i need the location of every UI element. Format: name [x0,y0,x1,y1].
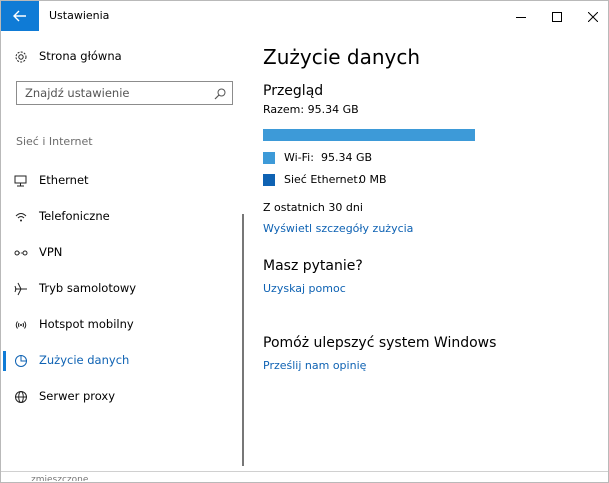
search-box[interactable] [16,81,233,105]
data-usage-icon [13,353,29,369]
section-label: Sieć i Internet [16,135,93,148]
settings-window: Ustawienia Strona główna Sieć i Internet [0,0,609,483]
sidebar-item-data-usage[interactable]: Zużycie danych [1,347,244,375]
sidebar-item-dialup[interactable]: Telefoniczne [1,203,244,231]
arrow-left-icon [13,7,27,26]
monitor-network-icon [13,173,29,189]
back-button[interactable] [1,1,39,31]
legend-wifi: Wi-Fi: 95.34 GB [263,150,463,166]
globe-icon [13,389,29,405]
minimize-button[interactable] [503,1,539,31]
sidebar-item-mobile-hotspot[interactable]: Hotspot mobilny [1,311,244,339]
maximize-button[interactable] [539,1,575,31]
gear-icon [13,49,29,65]
improve-windows-heading: Pomóż ulepszyć system Windows [263,335,497,351]
wifi-value: 95.34 GB [321,151,373,164]
sidebar-item-airplane-mode[interactable]: Tryb samolotowy [1,275,244,303]
ethernet-label: Sieć Ethernet: [284,173,362,186]
total-usage-text: Razem: 95.34 GB [263,103,359,116]
background-strip [1,471,608,482]
ethernet-swatch [263,174,275,186]
usage-bar-wifi-fill [263,129,475,141]
page-title: Zużycie danych [263,45,421,69]
wifi-label: Wi-Fi: [284,151,314,164]
hotspot-icon [13,317,29,333]
dialup-icon [13,209,29,225]
sidebar-item-home[interactable]: Strona główna [1,43,244,71]
sidebar-item-label: Telefoniczne [39,209,110,223]
search-icon[interactable] [213,86,227,100]
overview-heading: Przegląd [263,83,324,99]
view-usage-details-link[interactable]: Wyświetl szczegóły zużycia [263,222,413,235]
title-bar: Ustawienia [1,1,608,31]
search-input[interactable] [17,82,215,104]
wifi-swatch [263,152,275,164]
close-button[interactable] [575,1,608,31]
legend-ethernet: Sieć Ethernet: 0 MB [263,172,463,188]
sidebar: Strona główna Sieć i Internet Ethernet T… [1,31,244,471]
maximize-icon [552,7,562,26]
question-heading: Masz pytanie? [263,258,363,274]
vpn-icon [13,245,29,261]
main-content: Zużycie danych Przegląd Razem: 95.34 GB … [263,31,603,471]
sidebar-item-label: Serwer proxy [39,389,116,403]
sidebar-item-label: VPN [39,245,63,259]
send-feedback-link[interactable]: Prześlij nam opinię [263,359,366,372]
sidebar-item-label: Tryb samolotowy [39,281,137,295]
airplane-icon [13,281,29,297]
sidebar-item-vpn[interactable]: VPN [1,239,244,267]
period-text: Z ostatnich 30 dni [263,201,363,214]
sidebar-item-proxy[interactable]: Serwer proxy [1,383,244,411]
ethernet-value: 0 MB [359,173,387,186]
usage-bar [263,129,475,141]
sidebar-item-label: Zużycie danych [39,353,130,367]
app-title: Ustawienia [49,9,110,22]
sidebar-item-label: Strona główna [39,49,122,63]
get-help-link[interactable]: Uzyskaj pomoc [263,282,346,295]
sidebar-item-ethernet[interactable]: Ethernet [1,167,244,195]
sidebar-item-label: Ethernet [39,173,89,187]
close-icon [587,7,599,26]
sidebar-item-label: Hotspot mobilny [39,317,134,331]
sidebar-scrollbar[interactable] [242,214,244,466]
minimize-icon [516,7,526,26]
